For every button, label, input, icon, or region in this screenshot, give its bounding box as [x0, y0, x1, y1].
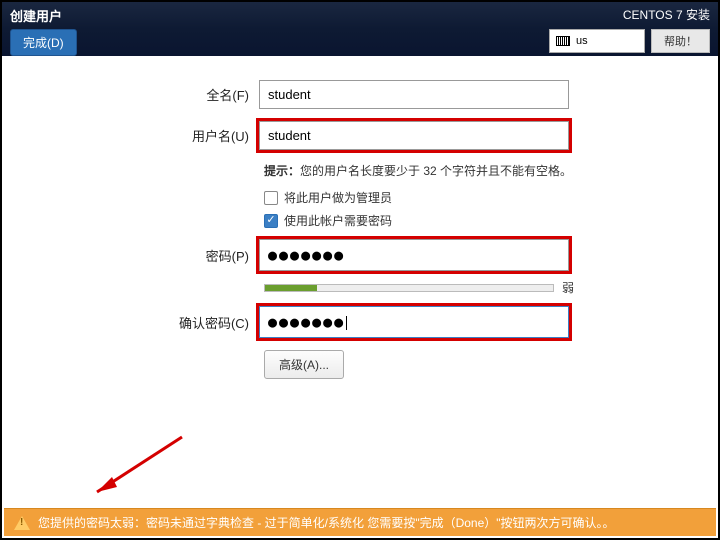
username-row: 用户名(U) — [4, 121, 716, 150]
keyboard-layout-label: us — [576, 35, 588, 47]
confirm-password-input[interactable]: ●●●●●●● — [259, 306, 569, 338]
strength-label: 弱 — [562, 279, 574, 296]
warning-bar: 您提供的密码太弱：密码未通过字典检查 - 过于简单化/系统化 您需要按"完成（D… — [4, 508, 716, 536]
strength-fill — [265, 285, 317, 291]
form-content: 全名(F) 用户名(U) 提示：您的用户名长度要少于 32 个字符并且不能有空格… — [4, 56, 716, 506]
keyboard-icon — [556, 36, 570, 46]
password-input[interactable]: ●●●●●●● — [259, 239, 569, 271]
help-button[interactable]: 帮助！ — [651, 29, 710, 53]
text-caret — [346, 316, 347, 330]
username-input[interactable] — [259, 121, 569, 150]
strength-bar — [264, 284, 554, 292]
window-header: 创建用户 完成(D) CENTOS 7 安装 us 帮助！ — [2, 2, 718, 56]
warning-text: 您提供的密码太弱：密码未通过字典检查 - 过于简单化/系统化 您需要按"完成（D… — [38, 514, 615, 531]
header-right: CENTOS 7 安装 us 帮助！ — [549, 6, 710, 53]
password-strength: 弱 — [264, 279, 574, 296]
require-password-row: ✓ 使用此帐户需要密码 — [264, 212, 716, 229]
admin-checkbox-row: 将此用户做为管理员 — [264, 189, 716, 206]
require-password-label: 使用此帐户需要密码 — [284, 212, 392, 229]
password-label: 密码(P) — [4, 246, 259, 265]
require-password-checkbox[interactable]: ✓ — [264, 214, 278, 228]
warning-icon — [14, 516, 30, 530]
keyboard-layout-selector[interactable]: us — [549, 29, 645, 53]
advanced-button[interactable]: 高级(A)... — [264, 350, 344, 379]
page-title: 创建用户 — [10, 6, 77, 25]
confirm-password-label: 确认密码(C) — [4, 313, 259, 332]
hint-prefix: 提示： — [264, 164, 300, 178]
header-left: 创建用户 完成(D) — [10, 6, 77, 56]
hint-text: 您的用户名长度要少于 32 个字符并且不能有空格。 — [300, 164, 572, 178]
advanced-row: 高级(A)... — [264, 350, 716, 379]
done-button[interactable]: 完成(D) — [10, 29, 77, 56]
fullname-row: 全名(F) — [4, 80, 716, 109]
fullname-label: 全名(F) — [4, 85, 259, 104]
admin-checkbox[interactable] — [264, 191, 278, 205]
username-label: 用户名(U) — [4, 126, 259, 145]
password-row: 密码(P) ●●●●●●● — [4, 239, 716, 271]
install-title: CENTOS 7 安装 — [623, 6, 710, 23]
confirm-password-row: 确认密码(C) ●●●●●●● — [4, 306, 716, 338]
header-controls: us 帮助！ — [549, 29, 710, 53]
admin-checkbox-label: 将此用户做为管理员 — [284, 189, 392, 206]
username-hint: 提示：您的用户名长度要少于 32 个字符并且不能有空格。 — [264, 162, 716, 179]
fullname-input[interactable] — [259, 80, 569, 109]
